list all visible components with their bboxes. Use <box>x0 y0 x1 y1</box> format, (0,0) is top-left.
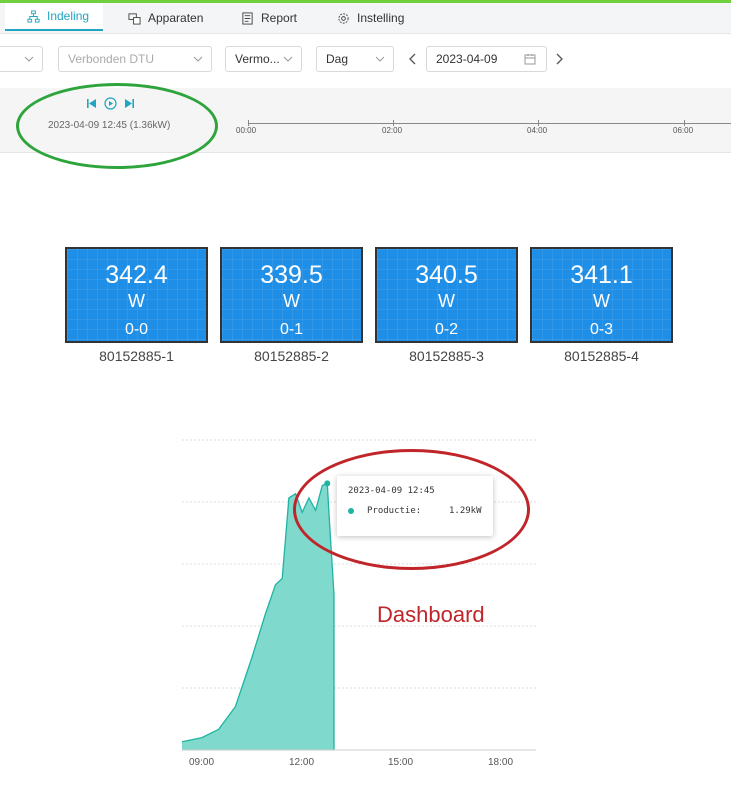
x-tick-label: 09:00 <box>189 757 215 768</box>
x-tick-label: 18:00 <box>488 757 514 768</box>
dashboard-annotation: Dashboard <box>377 602 485 627</box>
x-tick-label: 12:00 <box>289 757 315 768</box>
red-highlight-ellipse <box>293 449 530 570</box>
production-chart <box>181 439 536 751</box>
x-tick-label: 15:00 <box>388 757 414 768</box>
